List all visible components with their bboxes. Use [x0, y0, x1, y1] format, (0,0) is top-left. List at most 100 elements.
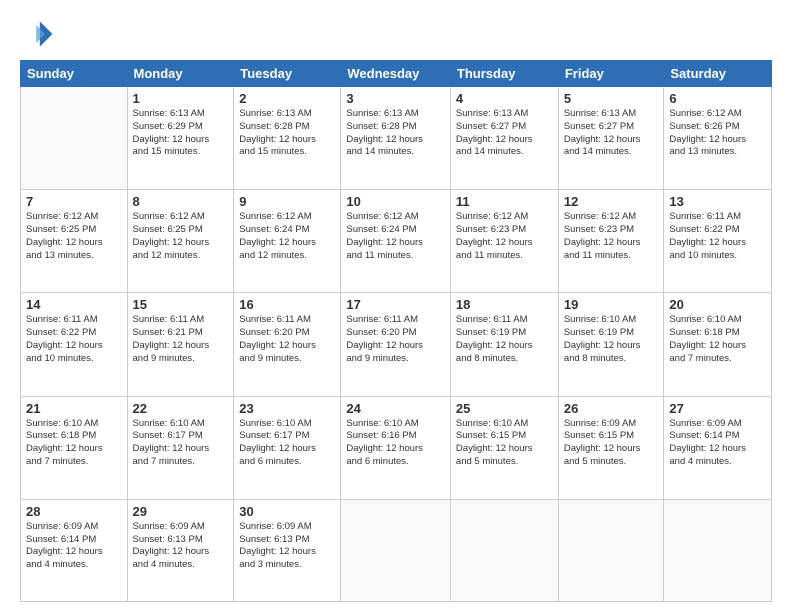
day-number: 11	[456, 194, 553, 209]
day-info: Sunrise: 6:10 AM Sunset: 6:17 PM Dayligh…	[133, 418, 229, 469]
day-info: Sunrise: 6:11 AM Sunset: 6:20 PM Dayligh…	[239, 314, 335, 365]
day-info: Sunrise: 6:10 AM Sunset: 6:17 PM Dayligh…	[239, 418, 335, 469]
logo-icon	[20, 16, 56, 52]
day-cell: 29Sunrise: 6:09 AM Sunset: 6:13 PM Dayli…	[127, 499, 234, 601]
day-number: 21	[26, 401, 122, 416]
day-number: 20	[669, 297, 766, 312]
day-cell: 7Sunrise: 6:12 AM Sunset: 6:25 PM Daylig…	[21, 190, 128, 293]
day-info: Sunrise: 6:09 AM Sunset: 6:13 PM Dayligh…	[133, 521, 229, 572]
day-number: 9	[239, 194, 335, 209]
day-number: 25	[456, 401, 553, 416]
day-info: Sunrise: 6:11 AM Sunset: 6:21 PM Dayligh…	[133, 314, 229, 365]
header-day-saturday: Saturday	[664, 61, 772, 87]
day-info: Sunrise: 6:12 AM Sunset: 6:23 PM Dayligh…	[456, 211, 553, 262]
day-cell: 22 Sunrise: 6:10 AM Sunset: 6:17 PM Dayli…	[127, 396, 234, 499]
day-number: 10	[346, 194, 445, 209]
day-number: 5	[564, 91, 659, 106]
day-cell	[664, 499, 772, 601]
day-number: 6	[669, 91, 766, 106]
day-info: Sunrise: 6:12 AM Sunset: 6:26 PM Dayligh…	[669, 108, 766, 159]
day-number: 1	[133, 91, 229, 106]
day-number: 17	[346, 297, 445, 312]
day-info: Sunrise: 6:11 AM Sunset: 6:19 PM Dayligh…	[456, 314, 553, 365]
header	[20, 16, 772, 52]
day-info: Sunrise: 6:11 AM Sunset: 6:20 PM Dayligh…	[346, 314, 445, 365]
day-number: 18	[456, 297, 553, 312]
day-cell: 16 Sunrise: 6:11 AM Sunset: 6:20 PM Dayli…	[234, 293, 341, 396]
day-cell	[21, 87, 128, 190]
day-info: Sunrise: 6:10 AM Sunset: 6:15 PM Dayligh…	[456, 418, 553, 469]
day-number: 23	[239, 401, 335, 416]
week-row-1: 7 Sunrise: 6:12 AM Sunset: 6:25 PM Daylig…	[21, 190, 772, 293]
header-day-wednesday: Wednesday	[341, 61, 451, 87]
day-number: 3	[346, 91, 445, 106]
week-row-3: 21 Sunrise: 6:10 AM Sunset: 6:18 PM Dayli…	[21, 396, 772, 499]
day-cell: 24Sunrise: 6:10 AM Sunset: 6:16 PM Dayli…	[341, 396, 451, 499]
day-cell: 6 Sunrise: 6:12 AM Sunset: 6:26 PM Daylig…	[664, 87, 772, 190]
day-number: 26	[564, 401, 659, 416]
day-number: 22	[133, 401, 229, 416]
day-cell: 4Sunrise: 6:13 AM Sunset: 6:27 PM Daylig…	[450, 87, 558, 190]
day-info: Sunrise: 6:09 AM Sunset: 6:13 PM Dayligh…	[239, 521, 335, 572]
day-cell: 12Sunrise: 6:12 AM Sunset: 6:23 PM Dayli…	[558, 190, 664, 293]
day-number: 8	[133, 194, 229, 209]
day-cell: 1 Sunrise: 6:13 AM Sunset: 6:29 PM Daylig…	[127, 87, 234, 190]
header-day-tuesday: Tuesday	[234, 61, 341, 87]
day-info: Sunrise: 6:13 AM Sunset: 6:28 PM Dayligh…	[346, 108, 445, 159]
day-cell: 15 Sunrise: 6:11 AM Sunset: 6:21 PM Dayli…	[127, 293, 234, 396]
day-cell: 20 Sunrise: 6:10 AM Sunset: 6:18 PM Dayli…	[664, 293, 772, 396]
day-number: 27	[669, 401, 766, 416]
week-row-0: 1 Sunrise: 6:13 AM Sunset: 6:29 PM Daylig…	[21, 87, 772, 190]
day-cell: 14Sunrise: 6:11 AM Sunset: 6:22 PM Dayli…	[21, 293, 128, 396]
day-cell: 18 Sunrise: 6:11 AM Sunset: 6:19 PM Dayli…	[450, 293, 558, 396]
day-cell: 21 Sunrise: 6:10 AM Sunset: 6:18 PM Dayli…	[21, 396, 128, 499]
header-day-thursday: Thursday	[450, 61, 558, 87]
calendar-page: SundayMondayTuesdayWednesdayThursdayFrid…	[0, 0, 792, 612]
day-info: Sunrise: 6:12 AM Sunset: 6:25 PM Dayligh…	[133, 211, 229, 262]
day-cell: 17 Sunrise: 6:11 AM Sunset: 6:20 PM Dayli…	[341, 293, 451, 396]
day-info: Sunrise: 6:12 AM Sunset: 6:24 PM Dayligh…	[346, 211, 445, 262]
day-cell: 2 Sunrise: 6:13 AM Sunset: 6:28 PM Daylig…	[234, 87, 341, 190]
day-info: Sunrise: 6:13 AM Sunset: 6:29 PM Dayligh…	[133, 108, 229, 159]
day-cell: 30 Sunrise: 6:09 AM Sunset: 6:13 PM Dayli…	[234, 499, 341, 601]
day-cell: 27 Sunrise: 6:09 AM Sunset: 6:14 PM Dayli…	[664, 396, 772, 499]
day-cell: 11 Sunrise: 6:12 AM Sunset: 6:23 PM Dayli…	[450, 190, 558, 293]
day-cell: 19 Sunrise: 6:10 AM Sunset: 6:19 PM Dayli…	[558, 293, 664, 396]
day-cell	[341, 499, 451, 601]
day-cell	[450, 499, 558, 601]
day-info: Sunrise: 6:10 AM Sunset: 6:16 PM Dayligh…	[346, 418, 445, 469]
header-row: SundayMondayTuesdayWednesdayThursdayFrid…	[21, 61, 772, 87]
day-cell: 5 Sunrise: 6:13 AM Sunset: 6:27 PM Daylig…	[558, 87, 664, 190]
day-cell: 10 Sunrise: 6:12 AM Sunset: 6:24 PM Dayli…	[341, 190, 451, 293]
day-cell: 23 Sunrise: 6:10 AM Sunset: 6:17 PM Dayli…	[234, 396, 341, 499]
day-info: Sunrise: 6:10 AM Sunset: 6:19 PM Dayligh…	[564, 314, 659, 365]
week-row-2: 14Sunrise: 6:11 AM Sunset: 6:22 PM Dayli…	[21, 293, 772, 396]
day-number: 2	[239, 91, 335, 106]
header-day-friday: Friday	[558, 61, 664, 87]
day-number: 15	[133, 297, 229, 312]
day-number: 13	[669, 194, 766, 209]
day-number: 30	[239, 504, 335, 519]
day-cell: 3 Sunrise: 6:13 AM Sunset: 6:28 PM Daylig…	[341, 87, 451, 190]
day-number: 16	[239, 297, 335, 312]
day-info: Sunrise: 6:10 AM Sunset: 6:18 PM Dayligh…	[669, 314, 766, 365]
week-row-4: 28Sunrise: 6:09 AM Sunset: 6:14 PM Dayli…	[21, 499, 772, 601]
day-info: Sunrise: 6:13 AM Sunset: 6:27 PM Dayligh…	[564, 108, 659, 159]
day-number: 19	[564, 297, 659, 312]
header-day-monday: Monday	[127, 61, 234, 87]
day-info: Sunrise: 6:12 AM Sunset: 6:24 PM Dayligh…	[239, 211, 335, 262]
day-info: Sunrise: 6:10 AM Sunset: 6:18 PM Dayligh…	[26, 418, 122, 469]
calendar-table: SundayMondayTuesdayWednesdayThursdayFrid…	[20, 60, 772, 602]
day-info: Sunrise: 6:09 AM Sunset: 6:15 PM Dayligh…	[564, 418, 659, 469]
logo	[20, 16, 60, 52]
day-number: 7	[26, 194, 122, 209]
day-info: Sunrise: 6:11 AM Sunset: 6:22 PM Dayligh…	[669, 211, 766, 262]
day-info: Sunrise: 6:13 AM Sunset: 6:27 PM Dayligh…	[456, 108, 553, 159]
header-day-sunday: Sunday	[21, 61, 128, 87]
day-info: Sunrise: 6:13 AM Sunset: 6:28 PM Dayligh…	[239, 108, 335, 159]
day-cell: 25 Sunrise: 6:10 AM Sunset: 6:15 PM Dayli…	[450, 396, 558, 499]
day-info: Sunrise: 6:09 AM Sunset: 6:14 PM Dayligh…	[669, 418, 766, 469]
day-number: 12	[564, 194, 659, 209]
day-cell: 26 Sunrise: 6:09 AM Sunset: 6:15 PM Dayli…	[558, 396, 664, 499]
day-cell	[558, 499, 664, 601]
